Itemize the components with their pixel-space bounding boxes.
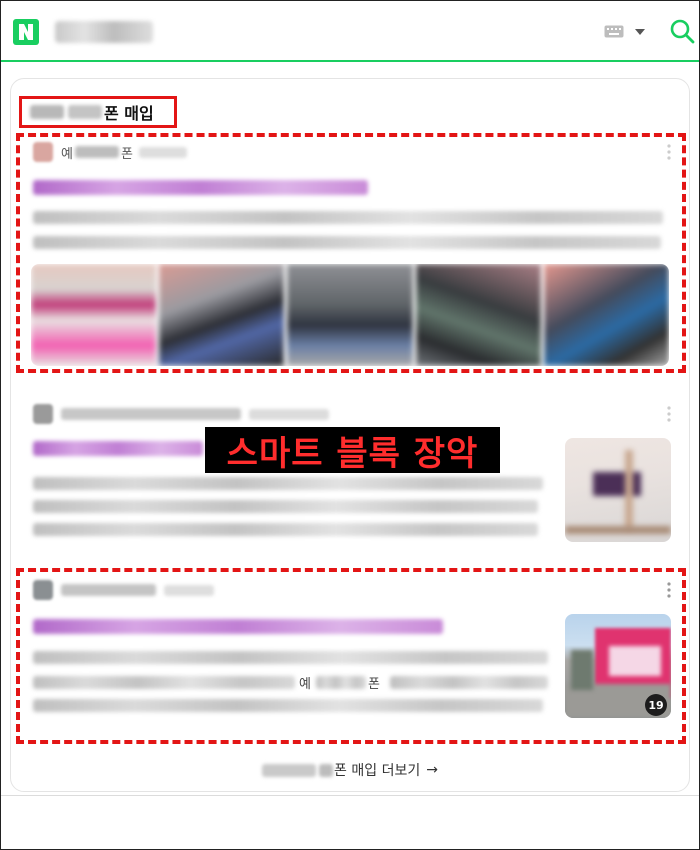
keyboard-icon[interactable] (604, 25, 624, 38)
arrow-right-icon: → (426, 762, 438, 778)
post-2-summary-line-1 (33, 477, 543, 490)
post-1-summary-line-2 (33, 236, 661, 249)
post-3-inline-text-left: 예 (299, 677, 311, 692)
more-options-icon[interactable] (667, 406, 671, 422)
blurred-author-mid (74, 146, 119, 158)
blurred-more-prefix-2 (319, 763, 334, 777)
post-1-thumbnail-strip[interactable] (31, 264, 669, 366)
post-3-summary-line-2b (316, 676, 366, 689)
post-1-author-suffix[interactable]: 폰 (121, 143, 133, 162)
post-3-summary-line-2a (33, 676, 295, 689)
top-header (1, 1, 699, 62)
post-3-summary-line-2c (390, 676, 548, 689)
thumbnail-3[interactable] (287, 264, 413, 366)
post-2-date-blurred (249, 408, 329, 420)
blurred-title-prefix (30, 105, 64, 119)
thumbnail-4[interactable] (415, 264, 541, 366)
post-3-inline-text-right: 폰 (368, 677, 380, 692)
naver-n-logo[interactable] (13, 19, 39, 45)
more-results-link[interactable]: 폰 매입 더보기 → (0, 760, 700, 780)
thumbnail-5[interactable] (543, 264, 669, 366)
post-3-author-blurred[interactable] (61, 584, 156, 596)
thumbnail-1[interactable] (31, 264, 157, 366)
overlay-caption: 스마트 블록 장악 (226, 433, 479, 474)
post-1-title-blurred[interactable] (33, 180, 368, 195)
card-title[interactable]: 폰 매입 (30, 100, 154, 124)
post-2-title-blurred[interactable] (33, 441, 203, 456)
post-2-summary-line-3 (33, 523, 538, 536)
post-1-avatar[interactable] (33, 142, 53, 162)
blurred-search-query[interactable] (55, 21, 153, 43)
post-1-meta: 예 폰 (33, 142, 187, 162)
post-3-summary-line-1 (33, 651, 548, 664)
caret-down-icon[interactable] (634, 28, 646, 36)
post-2-avatar[interactable] (33, 404, 53, 424)
more-options-icon[interactable] (667, 144, 671, 160)
thumbnail-2[interactable] (159, 264, 285, 366)
post-2-author-blurred[interactable] (61, 408, 241, 420)
card-title-text: 폰 매입 (104, 104, 154, 123)
more-link-label: 폰 매입 더보기 (334, 763, 421, 779)
post-3-summary-line-3 (33, 699, 543, 712)
post-2-summary-line-2 (33, 500, 538, 513)
post-3-avatar[interactable] (33, 580, 53, 600)
post-3-date-blurred (164, 584, 214, 596)
post-3-meta (33, 580, 214, 600)
search-icon[interactable] (669, 18, 695, 44)
post-2-thumbnail[interactable] (565, 438, 671, 542)
post-1-author-prefix[interactable]: 예 (61, 143, 73, 162)
blurred-more-prefix (262, 763, 317, 777)
post-3-title-blurred[interactable] (33, 619, 443, 634)
bottom-divider (1, 795, 699, 796)
more-options-icon[interactable] (667, 582, 671, 598)
blurred-date (138, 146, 187, 158)
blurred-title-prefix-2 (68, 105, 102, 119)
post-2-meta (33, 404, 329, 424)
image-count-badge: 19 (645, 694, 667, 716)
post-1-summary-line-1 (33, 211, 663, 224)
